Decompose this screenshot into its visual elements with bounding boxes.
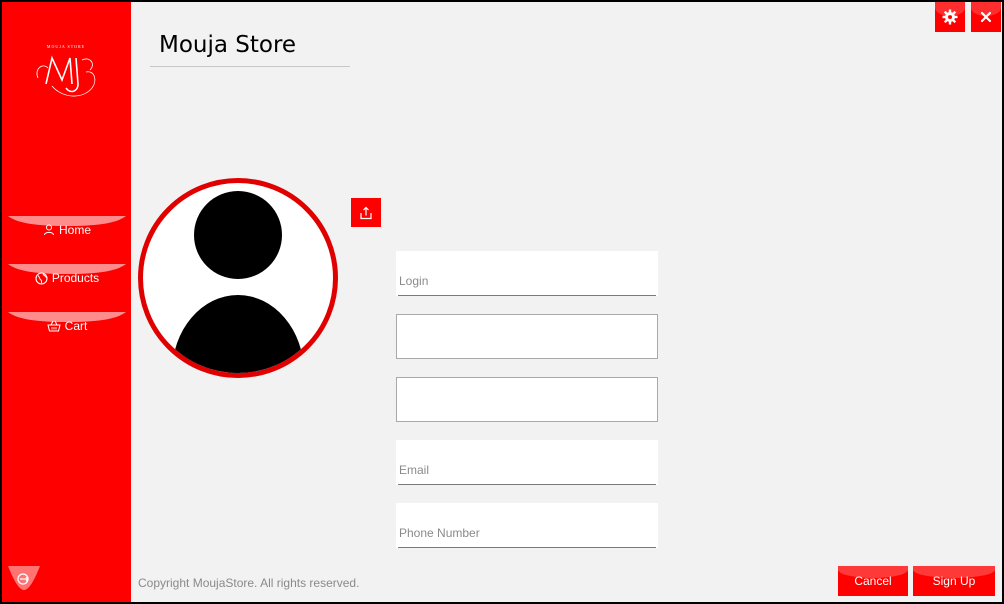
password-input[interactable] (397, 315, 657, 358)
sign-up-button-label: Sign Up (932, 574, 976, 588)
brand-logo: MOUJA STORE (32, 40, 100, 102)
sidebar-item-label: Home (58, 223, 91, 237)
confirm-password-input[interactable] (397, 378, 657, 421)
settings-button[interactable] (935, 2, 965, 32)
logout-button[interactable] (8, 566, 40, 592)
globe-icon (35, 271, 48, 285)
sidebar-item-label: Cart (64, 319, 88, 333)
page-title: Mouja Store (159, 32, 297, 58)
sidebar: MOUJA STORE Home Products Cart (2, 2, 131, 602)
phone-input[interactable] (396, 503, 658, 548)
email-field[interactable] (396, 440, 658, 485)
confirm-password-field[interactable] (396, 377, 658, 422)
password-field[interactable] (396, 314, 658, 359)
sidebar-item-products[interactable]: Products (8, 262, 126, 294)
login-field[interactable] (396, 251, 658, 296)
user-icon (43, 224, 54, 236)
email-input[interactable] (396, 440, 658, 485)
upload-icon (360, 206, 372, 219)
login-input[interactable] (396, 251, 658, 296)
svg-text:MOUJA STORE: MOUJA STORE (47, 44, 85, 49)
basket-icon (47, 320, 61, 332)
phone-field[interactable] (396, 503, 658, 548)
sidebar-item-label: Products (51, 271, 100, 285)
close-button[interactable] (971, 2, 1001, 32)
default-user-avatar (172, 191, 304, 373)
sidebar-item-cart[interactable]: Cart (8, 310, 126, 342)
profile-avatar (138, 178, 338, 378)
copyright-text: Copyright MoujaStore. All rights reserve… (138, 576, 360, 590)
cancel-button[interactable]: Cancel (838, 566, 908, 596)
cancel-button-label: Cancel (854, 574, 892, 588)
title-divider (150, 66, 350, 67)
sidebar-item-home[interactable]: Home (8, 214, 126, 246)
app-window: MOUJA STORE Home Products Cart Mouja Sto… (0, 0, 1004, 604)
sign-up-button[interactable]: Sign Up (913, 566, 995, 596)
upload-photo-button[interactable] (351, 198, 381, 227)
